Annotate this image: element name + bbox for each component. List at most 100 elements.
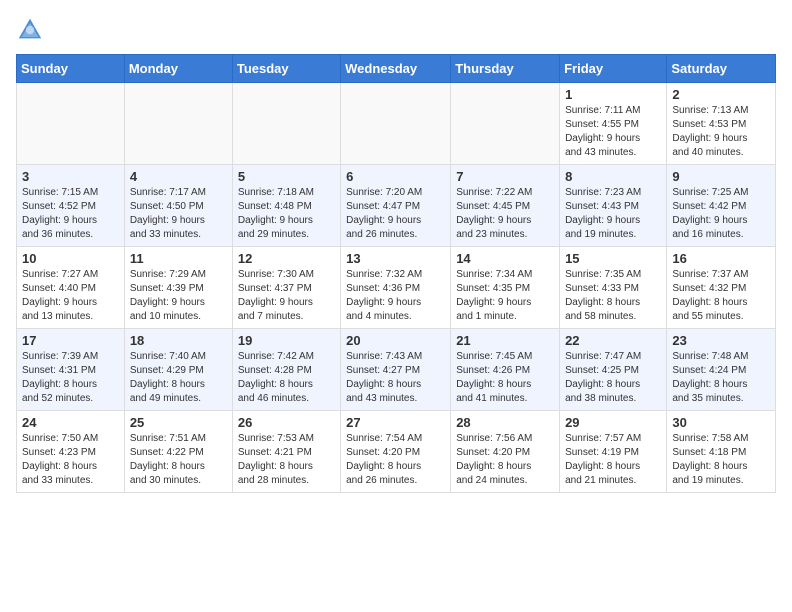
- day-number: 24: [22, 415, 119, 430]
- day-number: 23: [672, 333, 770, 348]
- day-number: 10: [22, 251, 119, 266]
- col-header-wednesday: Wednesday: [341, 55, 451, 83]
- day-info: Sunrise: 7:17 AM Sunset: 4:50 PM Dayligh…: [130, 186, 227, 242]
- calendar-cell: 6 Sunrise: 7:20 AM Sunset: 4:47 PM Daylig…: [341, 165, 451, 247]
- day-number: 7: [456, 169, 554, 184]
- day-info: Sunrise: 7:15 AM Sunset: 4:52 PM Dayligh…: [22, 186, 119, 242]
- day-info: Sunrise: 7:43 AM Sunset: 4:27 PM Dayligh…: [346, 350, 445, 406]
- calendar-table: SundayMondayTuesdayWednesdayThursdayFrid…: [16, 54, 776, 493]
- day-number: 12: [238, 251, 335, 266]
- calendar-week-row: 17 Sunrise: 7:39 AM Sunset: 4:31 PM Dayli…: [17, 329, 776, 411]
- day-number: 29: [565, 415, 661, 430]
- calendar-cell: 8 Sunrise: 7:23 AM Sunset: 4:43 PM Daylig…: [560, 165, 667, 247]
- day-info: Sunrise: 7:51 AM Sunset: 4:22 PM Dayligh…: [130, 432, 227, 488]
- calendar-cell: 20 Sunrise: 7:43 AM Sunset: 4:27 PM Dayli…: [341, 329, 451, 411]
- calendar-cell: [17, 83, 125, 165]
- day-info: Sunrise: 7:25 AM Sunset: 4:42 PM Dayligh…: [672, 186, 770, 242]
- day-number: 2: [672, 87, 770, 102]
- calendar-cell: 28 Sunrise: 7:56 AM Sunset: 4:20 PM Dayli…: [451, 411, 560, 493]
- calendar-cell: 17 Sunrise: 7:39 AM Sunset: 4:31 PM Dayli…: [17, 329, 125, 411]
- calendar-cell: 11Sunrise: 7:29 AM Sunset: 4:39 PM Dayli…: [124, 247, 232, 329]
- day-info: Sunrise: 7:34 AM Sunset: 4:35 PM Dayligh…: [456, 268, 554, 324]
- day-info: Sunrise: 7:37 AM Sunset: 4:32 PM Dayligh…: [672, 268, 770, 324]
- day-number: 16: [672, 251, 770, 266]
- calendar-cell: 12 Sunrise: 7:30 AM Sunset: 4:37 PM Dayli…: [232, 247, 340, 329]
- day-info: Sunrise: 7:56 AM Sunset: 4:20 PM Dayligh…: [456, 432, 554, 488]
- col-header-monday: Monday: [124, 55, 232, 83]
- calendar-week-row: 10 Sunrise: 7:27 AM Sunset: 4:40 PM Dayli…: [17, 247, 776, 329]
- day-info: Sunrise: 7:11 AM Sunset: 4:55 PM Dayligh…: [565, 104, 661, 160]
- day-number: 15: [565, 251, 661, 266]
- calendar-cell: 19 Sunrise: 7:42 AM Sunset: 4:28 PM Dayli…: [232, 329, 340, 411]
- calendar-cell: 10 Sunrise: 7:27 AM Sunset: 4:40 PM Dayli…: [17, 247, 125, 329]
- calendar-cell: 27 Sunrise: 7:54 AM Sunset: 4:20 PM Dayli…: [341, 411, 451, 493]
- col-header-tuesday: Tuesday: [232, 55, 340, 83]
- day-info: Sunrise: 7:29 AM Sunset: 4:39 PM Dayligh…: [130, 268, 227, 324]
- day-info: Sunrise: 7:39 AM Sunset: 4:31 PM Dayligh…: [22, 350, 119, 406]
- day-number: 8: [565, 169, 661, 184]
- day-number: 4: [130, 169, 227, 184]
- day-info: Sunrise: 7:27 AM Sunset: 4:40 PM Dayligh…: [22, 268, 119, 324]
- calendar-cell: 24 Sunrise: 7:50 AM Sunset: 4:23 PM Dayli…: [17, 411, 125, 493]
- calendar-cell: 13 Sunrise: 7:32 AM Sunset: 4:36 PM Dayli…: [341, 247, 451, 329]
- calendar-cell: 9 Sunrise: 7:25 AM Sunset: 4:42 PM Daylig…: [667, 165, 776, 247]
- day-number: 18: [130, 333, 227, 348]
- day-info: Sunrise: 7:13 AM Sunset: 4:53 PM Dayligh…: [672, 104, 770, 160]
- day-info: Sunrise: 7:42 AM Sunset: 4:28 PM Dayligh…: [238, 350, 335, 406]
- day-number: 21: [456, 333, 554, 348]
- logo: [16, 16, 48, 44]
- day-number: 28: [456, 415, 554, 430]
- day-number: 6: [346, 169, 445, 184]
- day-number: 20: [346, 333, 445, 348]
- calendar-cell: 23 Sunrise: 7:48 AM Sunset: 4:24 PM Dayli…: [667, 329, 776, 411]
- day-info: Sunrise: 7:47 AM Sunset: 4:25 PM Dayligh…: [565, 350, 661, 406]
- day-number: 25: [130, 415, 227, 430]
- col-header-saturday: Saturday: [667, 55, 776, 83]
- calendar-cell: 22Sunrise: 7:47 AM Sunset: 4:25 PM Dayli…: [560, 329, 667, 411]
- day-info: Sunrise: 7:23 AM Sunset: 4:43 PM Dayligh…: [565, 186, 661, 242]
- day-number: 17: [22, 333, 119, 348]
- calendar-cell: 21 Sunrise: 7:45 AM Sunset: 4:26 PM Dayli…: [451, 329, 560, 411]
- calendar-cell: 29 Sunrise: 7:57 AM Sunset: 4:19 PM Dayli…: [560, 411, 667, 493]
- day-info: Sunrise: 7:50 AM Sunset: 4:23 PM Dayligh…: [22, 432, 119, 488]
- day-info: Sunrise: 7:22 AM Sunset: 4:45 PM Dayligh…: [456, 186, 554, 242]
- day-number: 3: [22, 169, 119, 184]
- day-info: Sunrise: 7:18 AM Sunset: 4:48 PM Dayligh…: [238, 186, 335, 242]
- day-info: Sunrise: 7:20 AM Sunset: 4:47 PM Dayligh…: [346, 186, 445, 242]
- page-header: [16, 16, 776, 44]
- calendar-week-row: 3 Sunrise: 7:15 AM Sunset: 4:52 PM Daylig…: [17, 165, 776, 247]
- col-header-friday: Friday: [560, 55, 667, 83]
- calendar-week-row: 1 Sunrise: 7:11 AM Sunset: 4:55 PM Daylig…: [17, 83, 776, 165]
- day-number: 13: [346, 251, 445, 266]
- calendar-cell: 3 Sunrise: 7:15 AM Sunset: 4:52 PM Daylig…: [17, 165, 125, 247]
- day-info: Sunrise: 7:45 AM Sunset: 4:26 PM Dayligh…: [456, 350, 554, 406]
- calendar-cell: 1 Sunrise: 7:11 AM Sunset: 4:55 PM Daylig…: [560, 83, 667, 165]
- day-number: 27: [346, 415, 445, 430]
- day-number: 1: [565, 87, 661, 102]
- day-number: 9: [672, 169, 770, 184]
- calendar-cell: 25 Sunrise: 7:51 AM Sunset: 4:22 PM Dayli…: [124, 411, 232, 493]
- calendar-week-row: 24 Sunrise: 7:50 AM Sunset: 4:23 PM Dayli…: [17, 411, 776, 493]
- day-info: Sunrise: 7:54 AM Sunset: 4:20 PM Dayligh…: [346, 432, 445, 488]
- day-number: 19: [238, 333, 335, 348]
- logo-icon: [16, 16, 44, 44]
- calendar-cell: 16 Sunrise: 7:37 AM Sunset: 4:32 PM Dayli…: [667, 247, 776, 329]
- col-header-thursday: Thursday: [451, 55, 560, 83]
- day-info: Sunrise: 7:30 AM Sunset: 4:37 PM Dayligh…: [238, 268, 335, 324]
- day-info: Sunrise: 7:53 AM Sunset: 4:21 PM Dayligh…: [238, 432, 335, 488]
- day-info: Sunrise: 7:48 AM Sunset: 4:24 PM Dayligh…: [672, 350, 770, 406]
- day-number: 5: [238, 169, 335, 184]
- calendar-cell: [124, 83, 232, 165]
- calendar-cell: 26Sunrise: 7:53 AM Sunset: 4:21 PM Dayli…: [232, 411, 340, 493]
- day-number: 30: [672, 415, 770, 430]
- calendar-cell: 30 Sunrise: 7:58 AM Sunset: 4:18 PM Dayli…: [667, 411, 776, 493]
- calendar-cell: 14 Sunrise: 7:34 AM Sunset: 4:35 PM Dayli…: [451, 247, 560, 329]
- col-header-sunday: Sunday: [17, 55, 125, 83]
- day-info: Sunrise: 7:32 AM Sunset: 4:36 PM Dayligh…: [346, 268, 445, 324]
- day-info: Sunrise: 7:40 AM Sunset: 4:29 PM Dayligh…: [130, 350, 227, 406]
- day-info: Sunrise: 7:57 AM Sunset: 4:19 PM Dayligh…: [565, 432, 661, 488]
- day-number: 14: [456, 251, 554, 266]
- calendar-cell: 18 Sunrise: 7:40 AM Sunset: 4:29 PM Dayli…: [124, 329, 232, 411]
- day-info: Sunrise: 7:58 AM Sunset: 4:18 PM Dayligh…: [672, 432, 770, 488]
- calendar-cell: 5 Sunrise: 7:18 AM Sunset: 4:48 PM Daylig…: [232, 165, 340, 247]
